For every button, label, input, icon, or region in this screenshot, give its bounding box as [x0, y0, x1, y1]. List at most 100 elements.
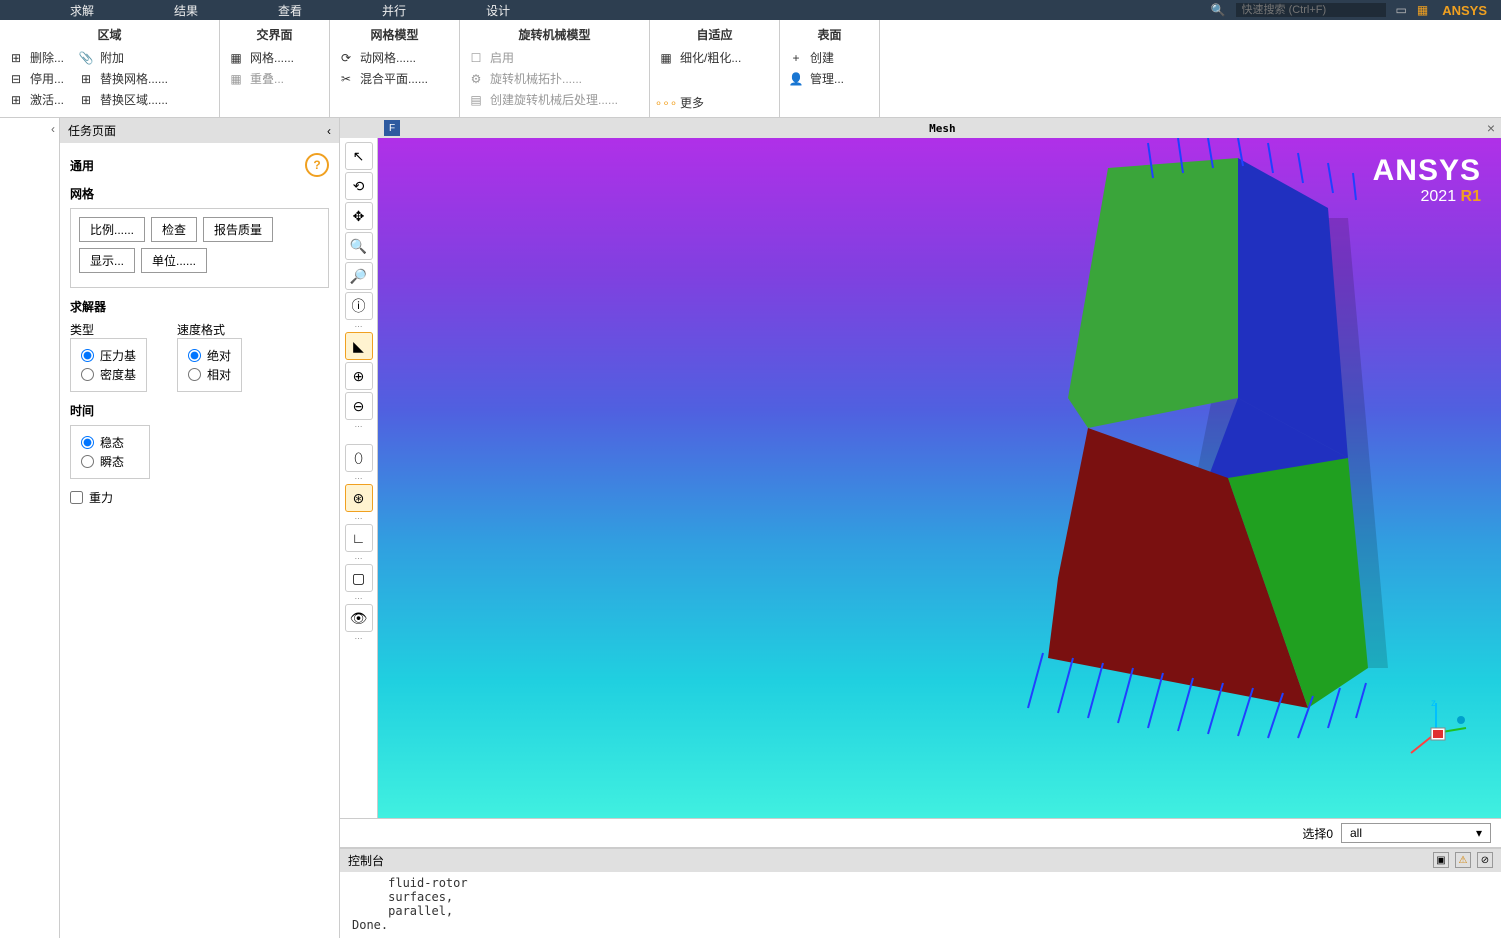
more-icon: ∘∘∘: [658, 95, 674, 111]
viewport-toolbar: ↖ ⟲ ✥ 🔍 🔎 ⓘ ⋯ ◣ ⊕ ⊖ ⋯ ⬯ ⋯ ⊛ ⋯ ∟ ⋯ ▢ ⋯: [340, 138, 378, 818]
dynamic-icon: ⟳: [338, 50, 354, 66]
ribbon-group-adapt: 自适应: [658, 22, 771, 49]
transient-radio[interactable]: 瞬态: [81, 453, 139, 470]
viewport-fullscreen-icon[interactable]: F: [384, 120, 400, 136]
ribbon-toolbar: 区域 ⊞删除... ⊟停用... ⊞激活... 📎附加 ⊞替换网格...... …: [0, 20, 1501, 118]
task-panel: 任务页面 ‹ 通用 ? 网格 比例...... 检查 报告质量 显示... 单位…: [60, 118, 340, 938]
ribbon-group-surface: 表面: [788, 22, 871, 49]
rotate-tool[interactable]: ⟲: [345, 172, 373, 200]
minus-box-icon: ⊟: [8, 71, 24, 87]
deactivate-button[interactable]: ⊟停用...: [8, 70, 64, 87]
grid-icon: ▦: [228, 50, 244, 66]
quick-search-input[interactable]: [1236, 3, 1386, 17]
interface-mesh-button[interactable]: ▦网格......: [228, 49, 321, 66]
help-button[interactable]: ?: [305, 153, 329, 177]
menu-solve[interactable]: 求解: [70, 2, 94, 19]
zoom-tool[interactable]: 🔎: [345, 262, 373, 290]
display-mesh-button[interactable]: 显示...: [79, 248, 135, 273]
task-panel-title: 任务页面: [68, 122, 116, 139]
units-button[interactable]: 单位......: [141, 248, 207, 273]
turbo-icon: ⚙: [468, 71, 484, 87]
3d-viewport[interactable]: ANSYS 2021 R1: [378, 138, 1501, 818]
pan-tool[interactable]: ✥: [345, 202, 373, 230]
ribbon-group-turbo: 旋转机械模型: [468, 22, 641, 49]
console-max-icon[interactable]: ▣: [1433, 852, 1449, 868]
mixing-plane-button[interactable]: ✂混合平面......: [338, 70, 451, 87]
refine-icon: ▦: [658, 50, 674, 66]
console-clear-icon[interactable]: ⊘: [1477, 852, 1493, 868]
left-collapse-bar[interactable]: ‹: [0, 118, 60, 938]
viewport-close-button[interactable]: ×: [1481, 120, 1501, 136]
scale-button[interactable]: 比例......: [79, 217, 145, 242]
collapse-icon[interactable]: ‹: [327, 124, 331, 138]
report-quality-button[interactable]: 报告质量: [203, 217, 273, 242]
mesh-geometry: [708, 138, 1388, 748]
absolute-velocity-radio[interactable]: 绝对: [188, 347, 231, 364]
append-button[interactable]: 📎附加: [78, 49, 168, 66]
manage-surface-button[interactable]: 👤管理...: [788, 70, 871, 87]
toolbar-handle-7[interactable]: ⋯: [350, 634, 368, 642]
solver-type-label: 类型: [70, 321, 147, 338]
selection-bar: 选择0 all▾: [340, 818, 1501, 847]
selection-dropdown[interactable]: all▾: [1341, 823, 1491, 843]
pressure-based-radio[interactable]: 压力基: [81, 347, 136, 364]
info-tool[interactable]: ⓘ: [345, 292, 373, 320]
replace-mesh-button[interactable]: ⊞替换网格......: [78, 70, 168, 87]
toolbar-handle-5[interactable]: ⋯: [350, 554, 368, 562]
time-section-label: 时间: [70, 402, 329, 419]
ribbon-group-region: 区域: [8, 22, 211, 49]
grid-icon[interactable]: ▦: [1417, 3, 1428, 17]
toolbar-handle-3[interactable]: ⋯: [350, 474, 368, 482]
delete-region-button[interactable]: ⊞删除...: [8, 49, 64, 66]
layout-icon[interactable]: ▭: [1396, 3, 1407, 17]
solver-section-label: 求解器: [70, 298, 329, 315]
ribbon-group-mesh-model: 网格模型: [338, 22, 451, 49]
view-tool-1[interactable]: ⬯: [345, 444, 373, 472]
fit-tool[interactable]: ⊕: [345, 362, 373, 390]
menu-results[interactable]: 结果: [174, 2, 198, 19]
refine-coarsen-button[interactable]: ▦细化/粗化...: [658, 49, 771, 66]
turbo-postproc-button[interactable]: ▤创建旋转机械后处理......: [468, 91, 641, 108]
console-output[interactable]: fluid-rotor surfaces, parallel, Done.: [340, 872, 1501, 938]
plus-icon: +: [788, 50, 804, 66]
clipboard-tool[interactable]: ▢: [345, 564, 373, 592]
svg-text:z: z: [1431, 698, 1436, 709]
dynamic-mesh-button[interactable]: ⟳动网格......: [338, 49, 451, 66]
triad-icon: z: [1401, 698, 1471, 768]
ansys-logo: ANSYS: [1438, 3, 1491, 18]
select-tool[interactable]: ↖: [345, 142, 373, 170]
relative-velocity-radio[interactable]: 相对: [188, 366, 231, 383]
replace-region-button[interactable]: ⊞替换区域......: [78, 91, 168, 108]
general-label: 通用: [70, 157, 94, 174]
plus-box-icon: ⊞: [8, 92, 24, 108]
menu-parallel[interactable]: 并行: [382, 2, 406, 19]
check-button[interactable]: 检查: [151, 217, 197, 242]
menu-view[interactable]: 查看: [278, 2, 302, 19]
steady-radio[interactable]: 稳态: [81, 434, 139, 451]
mesh-section-label: 网格: [70, 185, 329, 202]
region-icon: ⊞: [78, 92, 94, 108]
toolbar-handle-4[interactable]: ⋯: [350, 514, 368, 522]
selection-count-label: 选择0: [1302, 825, 1333, 842]
toolbar-handle-2[interactable]: ⋯: [350, 422, 368, 430]
toolbar-handle-6[interactable]: ⋯: [350, 594, 368, 602]
gravity-checkbox[interactable]: 重力: [70, 489, 329, 506]
activate-button[interactable]: ⊞激活...: [8, 91, 64, 108]
visibility-tool[interactable]: 👁: [345, 604, 373, 632]
zoom-out-tool[interactable]: ⊖: [345, 392, 373, 420]
more-adapt-button[interactable]: ∘∘∘更多: [658, 94, 771, 111]
density-based-radio[interactable]: 密度基: [81, 366, 136, 383]
create-surface-button[interactable]: +创建: [788, 49, 871, 66]
overlap-button[interactable]: ▦重叠...: [228, 70, 321, 87]
enable-turbo-checkbox[interactable]: ☐启用: [468, 49, 641, 66]
manage-icon: 👤: [788, 71, 804, 87]
ribbon-group-interface: 交界面: [228, 22, 321, 49]
shade-tool[interactable]: ⊛: [345, 484, 373, 512]
menu-design[interactable]: 设计: [486, 2, 510, 19]
console-warning-icon[interactable]: ⚠: [1455, 852, 1471, 868]
probe-tool[interactable]: ◣: [345, 332, 373, 360]
plot-axis-tool[interactable]: ∟: [345, 524, 373, 552]
turbo-topology-button[interactable]: ⚙旋转机械拓扑......: [468, 70, 641, 87]
zoom-box-tool[interactable]: 🔍: [345, 232, 373, 260]
toolbar-handle-1[interactable]: ⋯: [350, 322, 368, 330]
